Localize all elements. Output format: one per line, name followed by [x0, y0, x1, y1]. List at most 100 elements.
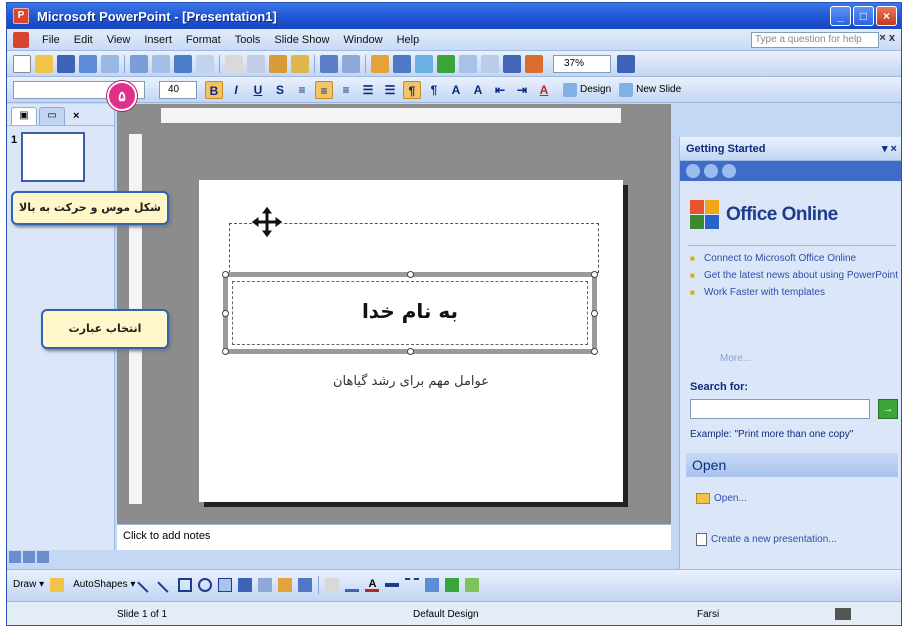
resize-handle[interactable] — [407, 348, 414, 355]
tables-borders-icon[interactable] — [415, 54, 433, 73]
draw-menu[interactable]: Draw ▾ — [13, 579, 44, 590]
numbering-icon[interactable]: ☰ — [359, 81, 377, 99]
clip-art-icon[interactable] — [278, 577, 293, 592]
new-icon[interactable] — [13, 54, 31, 73]
ltr-icon[interactable]: ¶ — [425, 81, 443, 99]
task-pane-title[interactable]: Getting Started — [686, 143, 765, 155]
search-go-icon[interactable]: → — [878, 399, 898, 419]
maximize-button[interactable]: □ — [853, 6, 874, 26]
menu-format[interactable]: Format — [179, 34, 228, 46]
more-link[interactable]: More... — [720, 353, 751, 364]
decrease-font-icon[interactable]: A — [469, 81, 487, 99]
insert-chart-icon[interactable] — [371, 54, 389, 73]
office-online-logo[interactable]: Office Online — [690, 195, 890, 235]
zoom-select[interactable]: 37% — [553, 54, 611, 73]
home-icon[interactable] — [722, 164, 736, 178]
text-box-icon[interactable] — [218, 577, 233, 592]
resize-handle[interactable] — [222, 348, 229, 355]
insert-picture-icon[interactable] — [298, 577, 313, 592]
task-pane-close-icon[interactable]: ▾ × — [882, 142, 897, 155]
align-right-icon[interactable]: ≡ — [337, 81, 355, 99]
bold-button[interactable]: B — [205, 80, 223, 99]
slide-sorter-icon[interactable] — [23, 551, 35, 563]
slide-show-icon[interactable] — [37, 551, 49, 563]
font-size-select[interactable]: 40 — [159, 80, 197, 99]
menu-insert[interactable]: Insert — [137, 34, 179, 46]
open-link[interactable]: Open... — [696, 493, 747, 504]
help-search-input[interactable]: Type a question for help — [751, 32, 879, 48]
italic-button[interactable]: I — [227, 81, 245, 99]
slide-subtitle[interactable]: عوامل مهم برای رشد گیاهان — [199, 374, 623, 389]
expand-all-icon[interactable] — [459, 54, 477, 73]
open-icon[interactable] — [35, 54, 53, 73]
wordart-icon[interactable] — [238, 577, 253, 592]
back-icon[interactable] — [686, 164, 700, 178]
line-style-icon[interactable] — [385, 582, 400, 587]
print-icon[interactable] — [130, 54, 148, 73]
menu-help[interactable]: Help — [390, 34, 427, 46]
search-input[interactable] — [690, 399, 870, 419]
slide-title[interactable]: به نام خدا — [228, 299, 592, 323]
powerpoint-app-icon[interactable]: P — [13, 8, 29, 24]
create-presentation-link[interactable]: Create a new presentation... — [696, 533, 837, 546]
selected-text-box[interactable]: به نام خدا — [222, 271, 598, 355]
underline-button[interactable]: U — [249, 81, 267, 99]
3d-style-icon[interactable] — [465, 577, 480, 592]
diagram-icon[interactable] — [258, 577, 273, 592]
spelling-status-icon[interactable] — [835, 608, 851, 620]
format-painter-icon[interactable] — [291, 54, 309, 73]
close-button[interactable]: × — [876, 6, 897, 26]
paste-icon[interactable] — [269, 54, 287, 73]
permission-icon[interactable] — [79, 54, 97, 73]
slide-canvas[interactable]: به نام خدا عوامل مهم برای رشد گیاهان — [199, 180, 623, 502]
email-icon[interactable] — [101, 54, 119, 73]
center-icon[interactable]: ≡ — [315, 80, 333, 99]
resize-handle[interactable] — [591, 348, 598, 355]
font-color-icon[interactable]: A — [535, 81, 553, 99]
color-view-icon[interactable] — [525, 54, 543, 73]
font-color-icon[interactable]: A — [365, 578, 380, 592]
menu-file[interactable]: File — [35, 34, 67, 46]
cut-icon[interactable] — [225, 54, 243, 73]
bullets-icon[interactable]: ☰ — [381, 81, 399, 99]
link-work-faster-templates[interactable]: Work Faster with templates — [690, 287, 900, 298]
menu-edit[interactable]: Edit — [67, 34, 100, 46]
increase-indent-icon[interactable]: ⇥ — [513, 81, 531, 99]
slide-thumbnail[interactable] — [21, 132, 85, 182]
shadow-style-icon[interactable] — [445, 577, 460, 592]
new-slide-button[interactable]: New Slide — [619, 82, 681, 97]
save-icon[interactable] — [57, 54, 75, 73]
line-icon[interactable] — [137, 576, 154, 593]
tab-slides[interactable]: ▣ — [11, 107, 37, 125]
menu-view[interactable]: View — [100, 34, 138, 46]
pane-close-icon[interactable]: × — [73, 107, 79, 125]
undo-icon[interactable] — [320, 54, 338, 73]
copy-icon[interactable] — [247, 54, 265, 73]
link-connect-office-online[interactable]: Connect to Microsoft Office Online — [690, 253, 900, 264]
arrow-icon[interactable] — [157, 576, 174, 593]
tab-outline[interactable]: ▭ — [39, 107, 65, 125]
redo-icon[interactable] — [342, 54, 360, 73]
oval-icon[interactable] — [198, 577, 213, 592]
dash-style-icon[interactable] — [405, 577, 420, 592]
menu-tools[interactable]: Tools — [228, 34, 268, 46]
normal-view-icon[interactable] — [9, 551, 21, 563]
minimize-button[interactable]: _ — [830, 6, 851, 26]
line-color-icon[interactable] — [345, 578, 360, 592]
grayscale-icon[interactable] — [503, 54, 521, 73]
menu-slide-show[interactable]: Slide Show — [267, 34, 336, 46]
document-icon[interactable] — [13, 31, 29, 48]
fill-color-icon[interactable] — [325, 577, 340, 592]
shadow-button[interactable]: S — [271, 81, 289, 99]
rectangle-icon[interactable] — [178, 577, 193, 592]
link-latest-news[interactable]: Get the latest news about using PowerPoi… — [690, 270, 900, 281]
notes-pane[interactable]: Click to add notes — [117, 524, 671, 550]
forward-icon[interactable] — [704, 164, 718, 178]
resize-handle[interactable] — [591, 271, 598, 278]
spelling-icon[interactable] — [174, 54, 192, 73]
print-preview-icon[interactable] — [152, 54, 170, 73]
select-objects-icon[interactable] — [50, 577, 65, 592]
autoshapes-menu[interactable]: AutoShapes ▾ — [73, 579, 135, 590]
resize-handle[interactable] — [591, 310, 598, 317]
align-left-icon[interactable]: ≡ — [293, 81, 311, 99]
